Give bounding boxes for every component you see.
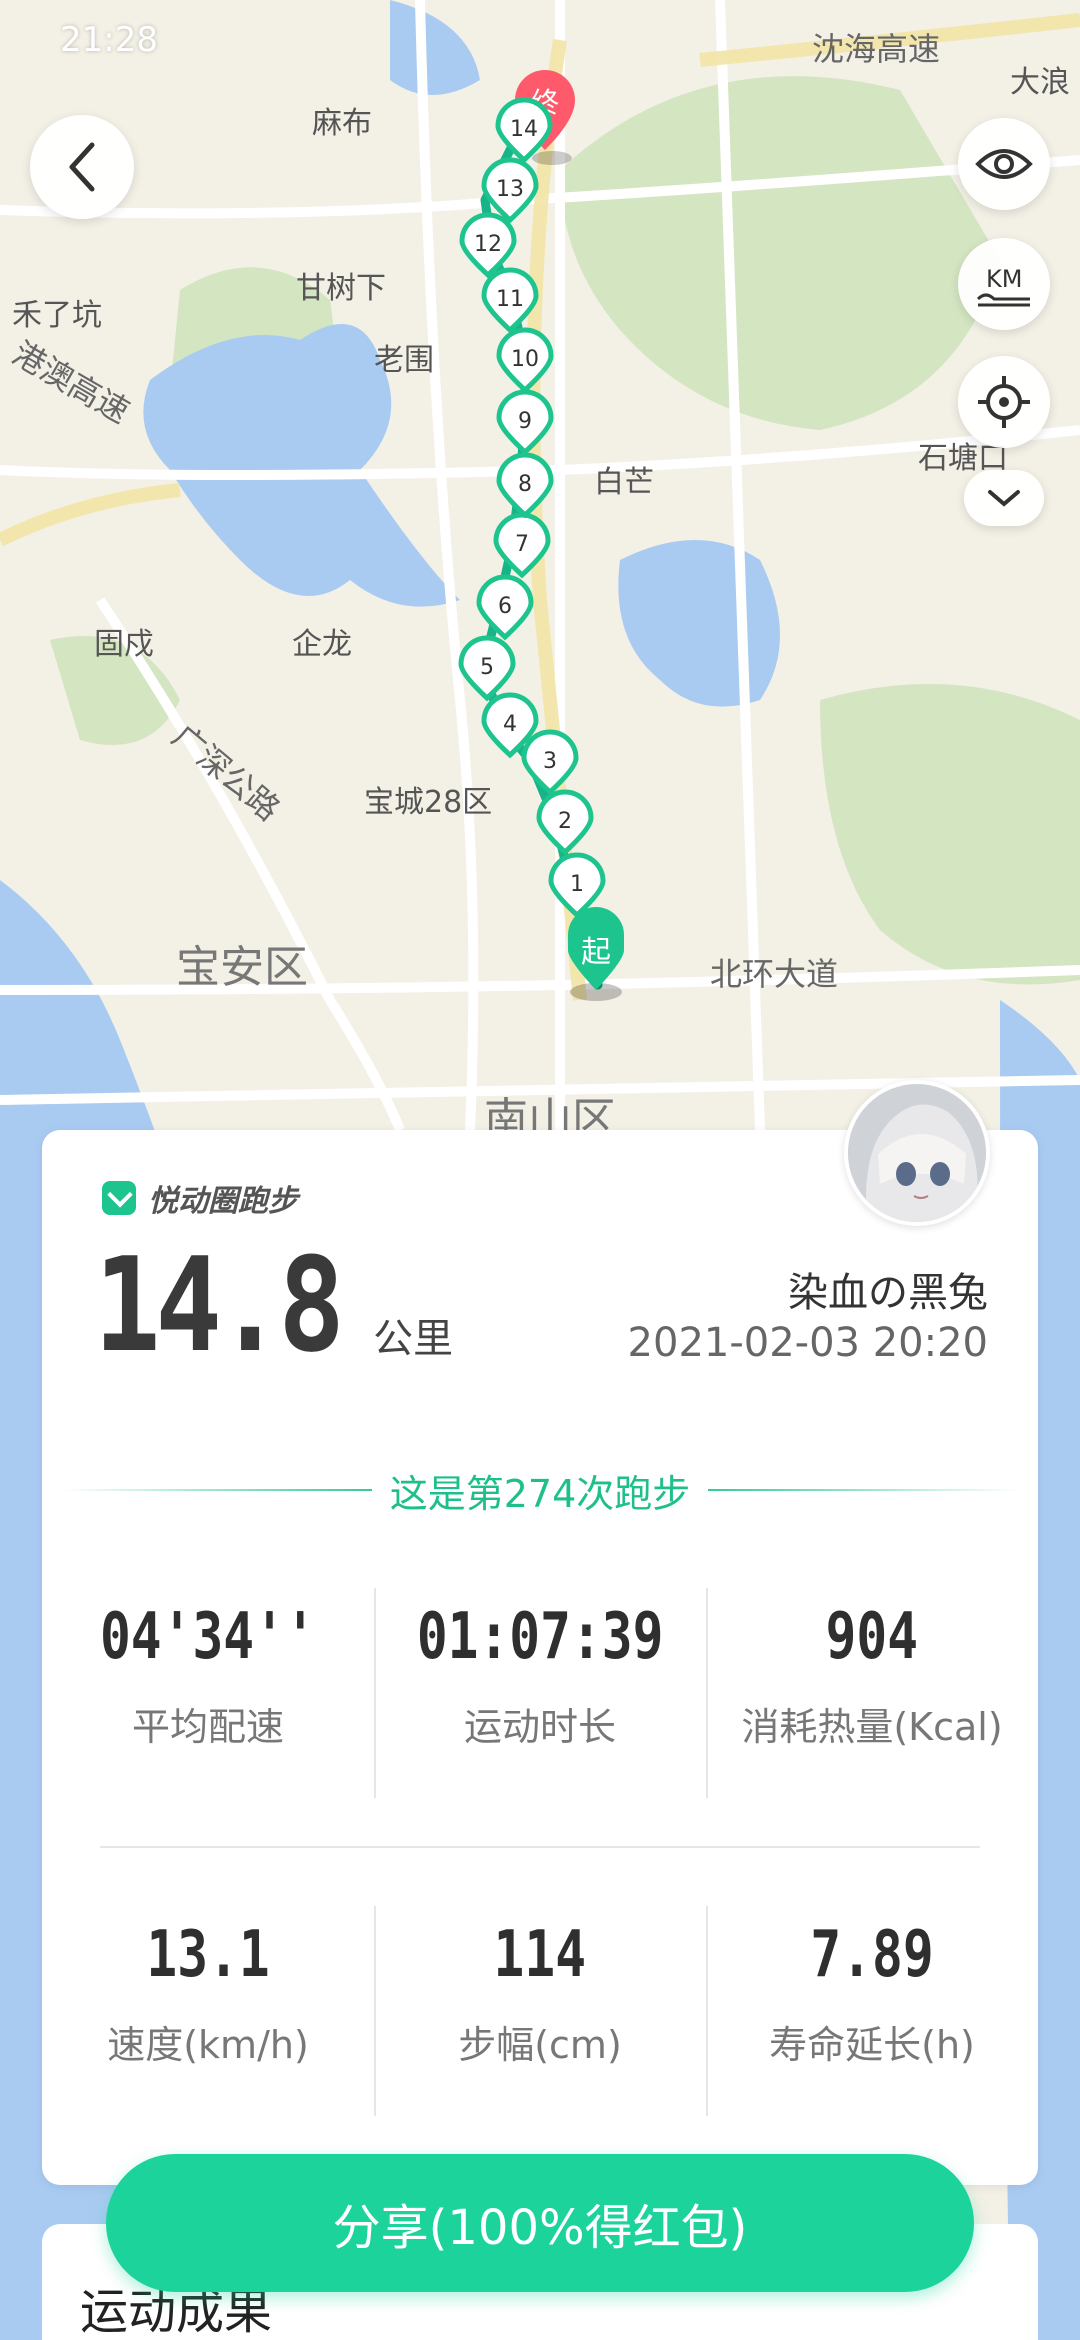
km-marker-label: 14 <box>510 117 538 142</box>
toggle-visibility-button[interactable] <box>958 118 1050 210</box>
stat-value: 01:07:39 <box>416 1600 664 1674</box>
chevron-down-icon <box>988 490 1020 507</box>
stat-label: 步幅(cm) <box>458 2023 622 2067</box>
stat-avg-pace: 04'34'' 平均配速 <box>42 1570 374 1790</box>
map-label-ganshuxia: 甘树下 <box>296 271 386 306</box>
stat-value: 114 <box>493 1918 587 1992</box>
avatar-image <box>848 1084 986 1222</box>
km-marker-label: 13 <box>496 177 524 202</box>
brand: 悦动圈跑步 <box>102 1176 298 1220</box>
avatar[interactable] <box>844 1080 990 1226</box>
map-label-baoan: 宝安区 <box>176 942 308 993</box>
status-time: 21:28 <box>60 20 158 60</box>
run-summary-card: 悦动圈跑步 14.8 公里 染血の黑兔 2021-02-03 20:20 这是第… <box>42 1080 1038 2185</box>
stat-label: 速度(km/h) <box>107 2023 309 2067</box>
app-logo-icon <box>102 1181 136 1215</box>
eye-icon <box>975 149 1033 179</box>
divider-line-left <box>62 1489 372 1491</box>
km-marker-label: 7 <box>515 532 529 557</box>
km-icon-text: KM <box>986 265 1022 293</box>
km-marker-label: 11 <box>496 287 524 312</box>
map-label-mabu: 麻布 <box>312 106 372 141</box>
map-label-beihuan: 北环大道 <box>710 955 838 993</box>
km-marker-label: 4 <box>503 712 517 737</box>
run-count-text: 这是第274次跑步 <box>389 1471 691 1516</box>
stat-label: 平均配速 <box>131 1705 284 1749</box>
start-marker-label: 起 <box>581 935 611 970</box>
distance-value: 14.8 <box>94 1229 345 1381</box>
stat-value: 904 <box>825 1600 919 1674</box>
stat-value: 7.89 <box>810 1918 934 1992</box>
map-label-heliaokeng: 禾了坑 <box>12 298 102 333</box>
map-label-baocheng: 宝城28区 <box>364 785 492 820</box>
stat-stride: 114 步幅(cm) <box>374 1888 706 2108</box>
back-icon <box>69 142 95 192</box>
km-marker-label: 10 <box>511 347 539 372</box>
stat-speed: 13.1 速度(km/h) <box>42 1888 374 2108</box>
km-marker-label: 1 <box>570 872 584 897</box>
share-button[interactable]: 分享(100%得红包) <box>106 2154 974 2292</box>
locate-icon <box>978 376 1030 428</box>
stats-divider <box>100 1846 980 1848</box>
status-bar: 21:28 <box>0 0 1080 80</box>
map-label-laowei: 老围 <box>374 343 434 378</box>
stat-label: 寿命延长(h) <box>769 2023 975 2067</box>
stat-value: 13.1 <box>146 1918 270 1992</box>
distance: 14.8 公里 <box>94 1240 453 1370</box>
stat-value: 04'34'' <box>100 1600 316 1674</box>
km-marker-toggle-button[interactable]: KM <box>958 238 1050 330</box>
stat-life-extension: 7.89 寿命延长(h) <box>706 1888 1038 2108</box>
stat-label: 消耗热量(Kcal) <box>741 1705 1003 1749</box>
km-marker-label: 9 <box>518 409 532 434</box>
expand-controls-button[interactable] <box>964 470 1044 526</box>
km-marker-label: 5 <box>480 655 494 680</box>
locate-button[interactable] <box>958 356 1050 448</box>
user-name: 染血の黑兔 <box>788 1270 988 1316</box>
brand-name: 悦动圈跑步 <box>148 1184 298 1219</box>
run-count-divider: 这是第274次跑步 <box>62 1460 1018 1520</box>
km-marker-label: 12 <box>474 232 502 257</box>
km-icon: KM <box>976 265 1030 307</box>
km-marker-label: 3 <box>543 749 557 774</box>
km-marker-label: 2 <box>558 809 572 834</box>
back-button[interactable] <box>30 115 134 219</box>
run-datetime: 2021-02-03 20:20 <box>627 1320 988 1366</box>
stat-label: 运动时长 <box>463 1705 616 1749</box>
start-marker[interactable]: 起 <box>568 907 624 1001</box>
km-marker-label: 8 <box>518 472 532 497</box>
map-label-gushu: 固戍 <box>94 627 154 662</box>
map-label-baimang: 白芒 <box>594 465 654 500</box>
divider-line-right <box>708 1489 1018 1491</box>
stat-calories: 904 消耗热量(Kcal) <box>706 1570 1038 1790</box>
stat-duration: 01:07:39 运动时长 <box>374 1570 706 1790</box>
map-label-qilong: 企龙 <box>292 627 352 662</box>
distance-unit: 公里 <box>373 1316 454 1362</box>
km-marker-label: 6 <box>498 594 512 619</box>
